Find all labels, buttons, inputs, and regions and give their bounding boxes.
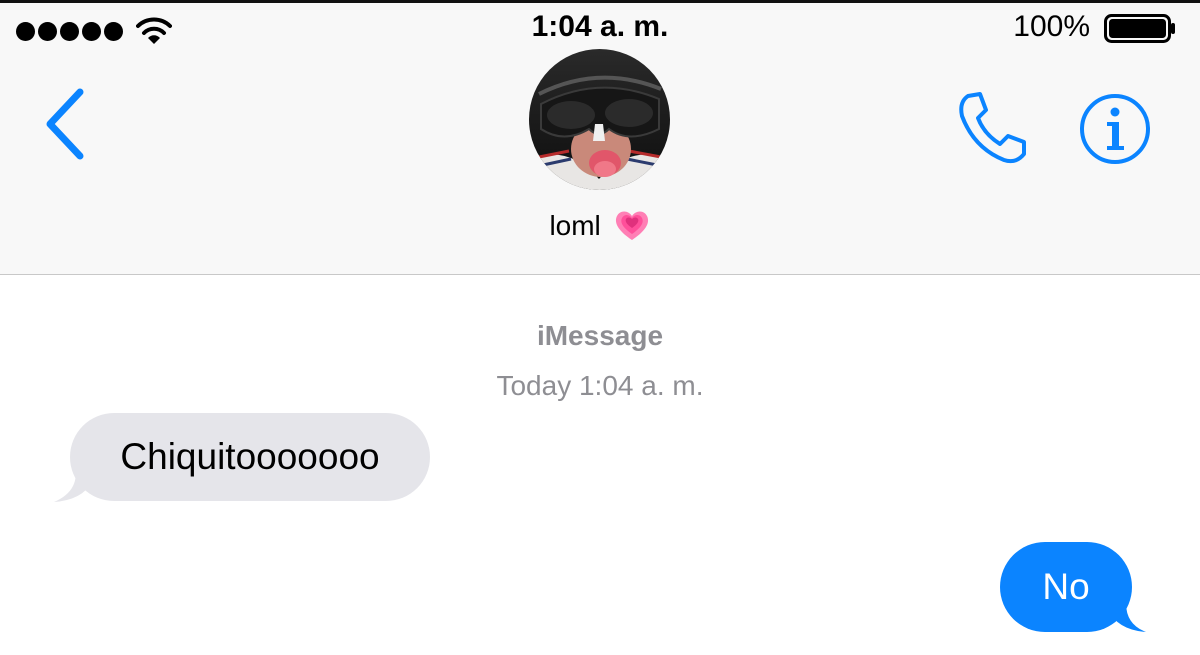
- phone-icon: [959, 92, 1026, 164]
- info-icon: [1080, 94, 1150, 164]
- header-divider: [0, 274, 1200, 275]
- incoming-message[interactable]: Chiquitooooooo: [70, 413, 430, 501]
- service-label: iMessage: [536, 320, 664, 351]
- call-button[interactable]: [954, 90, 1032, 168]
- battery-icon: [1104, 14, 1175, 43]
- battery-percent: 100%: [1013, 10, 1090, 43]
- growing-heart-icon: [615, 211, 648, 240]
- contact-avatar[interactable]: [529, 49, 670, 190]
- contact-name-row[interactable]: loml: [0, 206, 1200, 244]
- contact-name: loml: [549, 210, 601, 241]
- info-button[interactable]: [1078, 92, 1152, 166]
- chevron-left-icon: [46, 88, 84, 160]
- back-button[interactable]: [40, 84, 96, 164]
- messages-screen: 1:04 a. m. 100% loml iMessage Today 1:04…: [0, 0, 1200, 655]
- outgoing-message[interactable]: No: [1000, 542, 1132, 632]
- message-timestamp: Today 1:04 a. m.: [496, 370, 704, 401]
